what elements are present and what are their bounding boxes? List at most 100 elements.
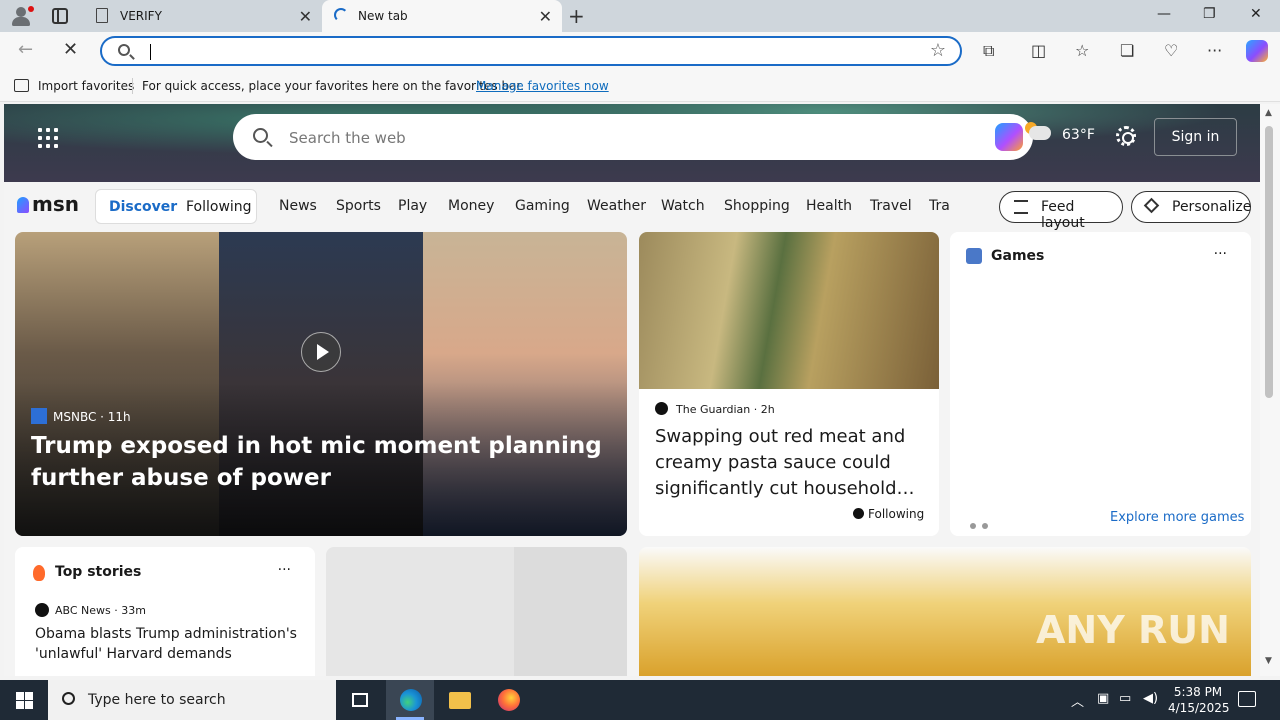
feed-layout-button[interactable]: Feed layout: [999, 191, 1123, 231]
volume-icon[interactable]: ◀): [1143, 691, 1158, 706]
msn-logo[interactable]: msn: [17, 192, 79, 216]
tab-close-button[interactable]: ✕: [299, 7, 312, 26]
nav-travel[interactable]: Travel: [870, 198, 912, 214]
top-stories-title: Top stories: [55, 564, 142, 580]
firefox-icon: [498, 689, 520, 711]
tab-close-button[interactable]: ✕: [539, 7, 552, 26]
story-headline[interactable]: Swapping out red meat and creamy pasta s…: [655, 424, 927, 502]
page-icon: [96, 8, 108, 23]
address-bar[interactable]: ☆: [100, 36, 962, 66]
task-view-button[interactable]: [336, 680, 384, 720]
carousel-dots[interactable]: [970, 518, 994, 532]
taskbar-firefox[interactable]: [484, 680, 532, 720]
more-options-button[interactable]: ···: [1214, 246, 1227, 262]
scroll-down-arrow-icon[interactable]: ▼: [1265, 656, 1272, 666]
taskbar-edge[interactable]: [386, 680, 434, 720]
restore-button[interactable]: ❐: [1203, 6, 1216, 22]
story-headline[interactable]: Obama blasts Trump administration's 'unl…: [35, 624, 305, 664]
tab-following[interactable]: Following: [186, 199, 252, 215]
nav-news[interactable]: News: [279, 198, 317, 214]
story-headline[interactable]: Trump exposed in hot mic moment planning…: [31, 430, 621, 494]
play-video-icon[interactable]: [301, 332, 341, 372]
guardian-logo-icon: [655, 402, 668, 415]
favorites-bar-message: For quick access, place your favorites h…: [142, 79, 525, 93]
story-card[interactable]: The Guardian · 2h Swapping out red meat …: [639, 232, 939, 536]
web-search-box[interactable]: Search the web: [233, 114, 1033, 160]
close-window-button[interactable]: ✕: [1250, 6, 1262, 22]
top-stories-card: Top stories ··· ABC News · 33m Obama bla…: [15, 547, 315, 676]
edge-icon: [400, 689, 422, 711]
split-screen-icon[interactable]: ◫: [1031, 41, 1046, 60]
minimize-button[interactable]: —: [1157, 6, 1171, 22]
personalize-button[interactable]: Personalize: [1131, 191, 1251, 223]
check-icon: [853, 508, 864, 519]
msn-page: Search the web 63°F Sign in msn Discover…: [4, 104, 1260, 676]
browser-essentials-icon[interactable]: ♡: [1164, 41, 1178, 60]
tray-device-icon[interactable]: ▣: [1097, 691, 1109, 706]
notification-center-icon[interactable]: [1238, 691, 1256, 707]
msnbc-logo-icon: [31, 408, 47, 424]
scroll-up-arrow-icon[interactable]: ▲: [1265, 108, 1272, 118]
nav-shopping[interactable]: Shopping: [724, 198, 790, 214]
tab-new-tab[interactable]: New tab ✕: [322, 0, 562, 32]
more-options-button[interactable]: ···: [278, 562, 291, 578]
vertical-scrollbar[interactable]: ▲ ▼: [1260, 104, 1280, 676]
collections-icon[interactable]: ❏: [1120, 41, 1134, 60]
more-menu-icon[interactable]: ···: [1207, 41, 1222, 60]
system-clock[interactable]: 5:38 PM 4/15/2025: [1168, 684, 1230, 716]
tray-overflow-icon[interactable]: ︿: [1071, 691, 1084, 710]
story-source: MSNBC · 11h: [31, 408, 131, 424]
loading-spinner-icon: [334, 8, 348, 22]
folder-icon: [449, 692, 471, 709]
clock-time: 5:38 PM: [1173, 685, 1223, 699]
temperature: 63°F: [1062, 127, 1095, 143]
nav-money[interactable]: Money: [448, 198, 494, 214]
network-icon[interactable]: ▭: [1119, 691, 1131, 706]
bing-copilot-icon[interactable]: [995, 123, 1023, 151]
taskbar-file-explorer[interactable]: [435, 680, 483, 720]
nav-traffic[interactable]: Tra: [929, 198, 951, 214]
browser-toolbar: ← ✕ ☆ ⧉ ◫ ☆ ❏ ♡ ···: [0, 32, 1280, 70]
windows-start-icon[interactable]: [16, 692, 33, 709]
nav-play[interactable]: Play: [398, 198, 427, 214]
nav-sports[interactable]: Sports: [336, 198, 381, 214]
nav-watch[interactable]: Watch: [661, 198, 705, 214]
personalize-label: Personalize: [1172, 199, 1252, 215]
anyrun-watermark: ANY RUN: [1036, 608, 1230, 652]
clock-date: 4/15/2025: [1168, 701, 1230, 715]
profile-avatar-icon[interactable]: [8, 4, 34, 28]
nav-weather[interactable]: Weather: [587, 198, 646, 214]
tab-discover[interactable]: Discover: [109, 199, 177, 215]
following-badge[interactable]: Following: [853, 507, 924, 521]
sign-in-button[interactable]: Sign in: [1154, 118, 1237, 156]
explore-games-link[interactable]: Explore more games: [1110, 510, 1244, 525]
import-favorites-button[interactable]: Import favorites: [38, 79, 134, 93]
new-tab-button[interactable]: +: [568, 4, 585, 28]
extensions-icon[interactable]: ⧉: [983, 41, 994, 61]
taskbar-search-placeholder: Type here to search: [88, 692, 226, 708]
taskbar-search[interactable]: Type here to search: [48, 680, 336, 720]
feed-layout-label: Feed layout: [1041, 199, 1085, 231]
sparkle-icon: [1143, 197, 1160, 214]
favorites-bar: Import favorites For quick access, place…: [0, 70, 1280, 102]
manage-favorites-link[interactable]: Manage favorites now: [476, 79, 609, 93]
nav-health[interactable]: Health: [806, 198, 852, 214]
hero-story-card[interactable]: MSNBC · 11h Trump exposed in hot mic mom…: [15, 232, 627, 536]
favorite-star-icon[interactable]: ☆: [930, 40, 946, 61]
scrollbar-thumb[interactable]: [1265, 126, 1273, 398]
tab-verify[interactable]: VERIFY ✕: [84, 0, 322, 32]
app-launcher-icon[interactable]: [38, 128, 58, 148]
favorites-icon[interactable]: ☆: [1075, 41, 1089, 60]
copilot-icon[interactable]: [1246, 40, 1268, 62]
tab-title: VERIFY: [120, 9, 162, 23]
tab-actions-icon[interactable]: [52, 8, 68, 24]
games-title: Games: [991, 248, 1045, 264]
search-icon: [118, 44, 130, 56]
flame-icon: [33, 565, 45, 581]
tab-title: New tab: [358, 9, 408, 23]
settings-gear-icon[interactable]: [1116, 126, 1136, 146]
cloud-icon: [1029, 126, 1051, 140]
nav-gaming[interactable]: Gaming: [515, 198, 570, 214]
back-arrow-icon[interactable]: ←: [18, 39, 33, 60]
stop-loading-icon[interactable]: ✕: [63, 39, 78, 60]
